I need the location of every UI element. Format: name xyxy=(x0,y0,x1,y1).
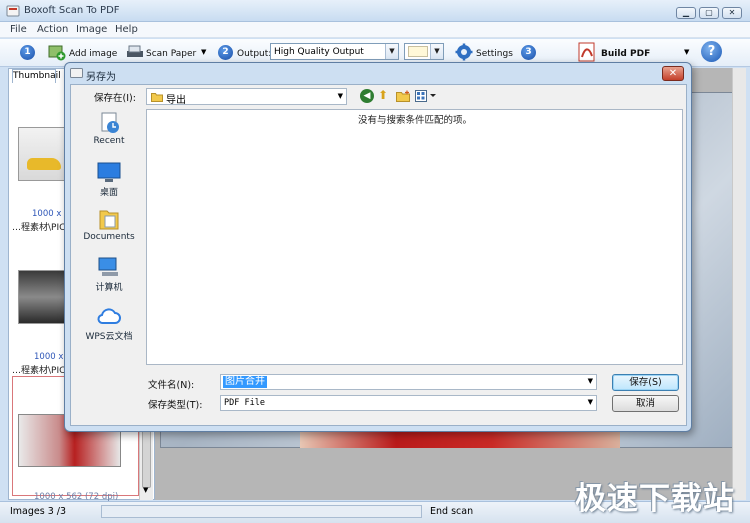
dialog-close-button[interactable]: ✕ xyxy=(662,66,684,81)
add-image-icon xyxy=(48,45,66,61)
recent-icon xyxy=(101,112,119,133)
page-color-picker[interactable]: ▼ xyxy=(404,43,444,60)
preview-scrollbar[interactable] xyxy=(732,68,746,500)
output-dropdown-icon[interactable]: ▼ xyxy=(385,44,398,59)
back-icon[interactable]: ◀ xyxy=(360,89,374,103)
step-1-badge: 1 xyxy=(20,45,35,60)
pdf-icon xyxy=(578,42,595,62)
save-in-dropdown-icon[interactable]: ▼ xyxy=(338,92,343,100)
thumbnail-image-car[interactable] xyxy=(18,127,66,181)
new-folder-icon[interactable] xyxy=(396,90,411,102)
watermark-logo: 极速下载站 xyxy=(575,481,735,517)
tab-thumbnail[interactable]: Thumbnail xyxy=(12,69,61,83)
build-pdf-dropdown-icon[interactable]: ▼ xyxy=(684,48,689,56)
save-button[interactable]: 保存(S) xyxy=(612,374,679,391)
thumbnail-image-interior[interactable] xyxy=(18,270,66,324)
dialog-icon xyxy=(70,68,83,78)
filename-dropdown-icon[interactable]: ▼ xyxy=(588,377,593,385)
settings-button[interactable]: Settings xyxy=(476,49,513,59)
filetype-label: 保存类型(T): xyxy=(148,400,203,411)
filename-input[interactable]: 图片合并 ▼ xyxy=(220,374,597,390)
place-documents[interactable]: Documents xyxy=(76,208,142,242)
maximize-button[interactable]: ▢ xyxy=(699,7,719,19)
filetype-dropdown-icon[interactable]: ▼ xyxy=(588,398,593,406)
help-icon[interactable]: ? xyxy=(701,41,722,62)
file-list[interactable] xyxy=(146,109,683,365)
menu-bar xyxy=(0,22,750,38)
cloud-icon xyxy=(97,308,121,324)
scan-paper-button[interactable]: Scan Paper xyxy=(146,49,196,59)
place-label: 桌面 xyxy=(99,188,118,198)
image-count: Images 3 /3 xyxy=(10,506,67,517)
progress-bar xyxy=(101,505,422,518)
build-pdf-button[interactable]: Build PDF xyxy=(601,49,650,59)
app-icon xyxy=(6,5,20,17)
place-label: Recent xyxy=(93,136,125,146)
scan-paper-dropdown-icon[interactable]: ▼ xyxy=(201,48,206,56)
color-dropdown-icon[interactable]: ▼ xyxy=(430,44,443,59)
up-folder-icon[interactable]: ⬆ xyxy=(378,88,392,103)
desktop-icon xyxy=(97,162,121,182)
scanner-icon xyxy=(127,45,143,57)
dialog-title: 另存为 xyxy=(86,72,116,83)
close-window-button[interactable]: ✕ xyxy=(722,7,742,19)
preview-image-bottom xyxy=(300,430,620,448)
thumbnail-filename: …程素材\PIC xyxy=(12,366,66,376)
filename-value: 图片合并 xyxy=(223,376,267,388)
menu-image[interactable]: Image xyxy=(76,24,107,35)
place-recent[interactable]: Recent xyxy=(76,112,142,146)
place-computer[interactable]: 计算机 xyxy=(76,256,142,293)
add-image-button[interactable]: Add image xyxy=(69,49,117,59)
thumbnail-caption: 1000 x xyxy=(34,352,64,362)
output-label: Output: xyxy=(237,49,272,59)
output-quality-select[interactable]: High Quality Output ▼ xyxy=(270,43,399,60)
minimize-button[interactable]: ▁ xyxy=(676,7,696,19)
place-label: 计算机 xyxy=(95,283,123,293)
menu-file[interactable]: File xyxy=(10,24,27,35)
computer-icon xyxy=(98,257,118,276)
window-title: Boxoft Scan To PDF xyxy=(24,5,120,16)
save-in-select[interactable]: 导出 ▼ xyxy=(146,88,347,106)
place-desktop[interactable]: 桌面 xyxy=(76,161,142,198)
place-wps-cloud[interactable]: WPS云文档 xyxy=(76,305,142,342)
output-quality-value: High Quality Output xyxy=(274,47,364,57)
step-3-badge: 3 xyxy=(521,45,536,60)
scan-status: End scan xyxy=(430,506,474,517)
step-2-badge: 2 xyxy=(218,45,233,60)
filename-label: 文件名(N): xyxy=(148,380,195,391)
place-label: WPS云文档 xyxy=(85,332,133,342)
gear-icon xyxy=(455,43,473,61)
menu-help[interactable]: Help xyxy=(115,24,138,35)
view-menu-icon[interactable] xyxy=(415,90,437,102)
filetype-value: PDF File xyxy=(224,398,265,408)
empty-results-message: 没有与搜索条件匹配的项。 xyxy=(358,115,473,126)
filetype-select[interactable]: PDF File ▼ xyxy=(220,395,597,411)
save-in-value: 导出 xyxy=(166,95,186,106)
thumbnail-filename: …程素材\PIC xyxy=(12,223,66,233)
color-swatch xyxy=(408,46,428,57)
place-label: Documents xyxy=(83,232,135,242)
documents-folder-icon xyxy=(99,210,119,230)
save-in-label: 保存在(I): xyxy=(94,93,136,104)
folder-icon xyxy=(151,93,163,102)
menu-action[interactable]: Action xyxy=(37,24,68,35)
cancel-button[interactable]: 取消 xyxy=(612,395,679,412)
